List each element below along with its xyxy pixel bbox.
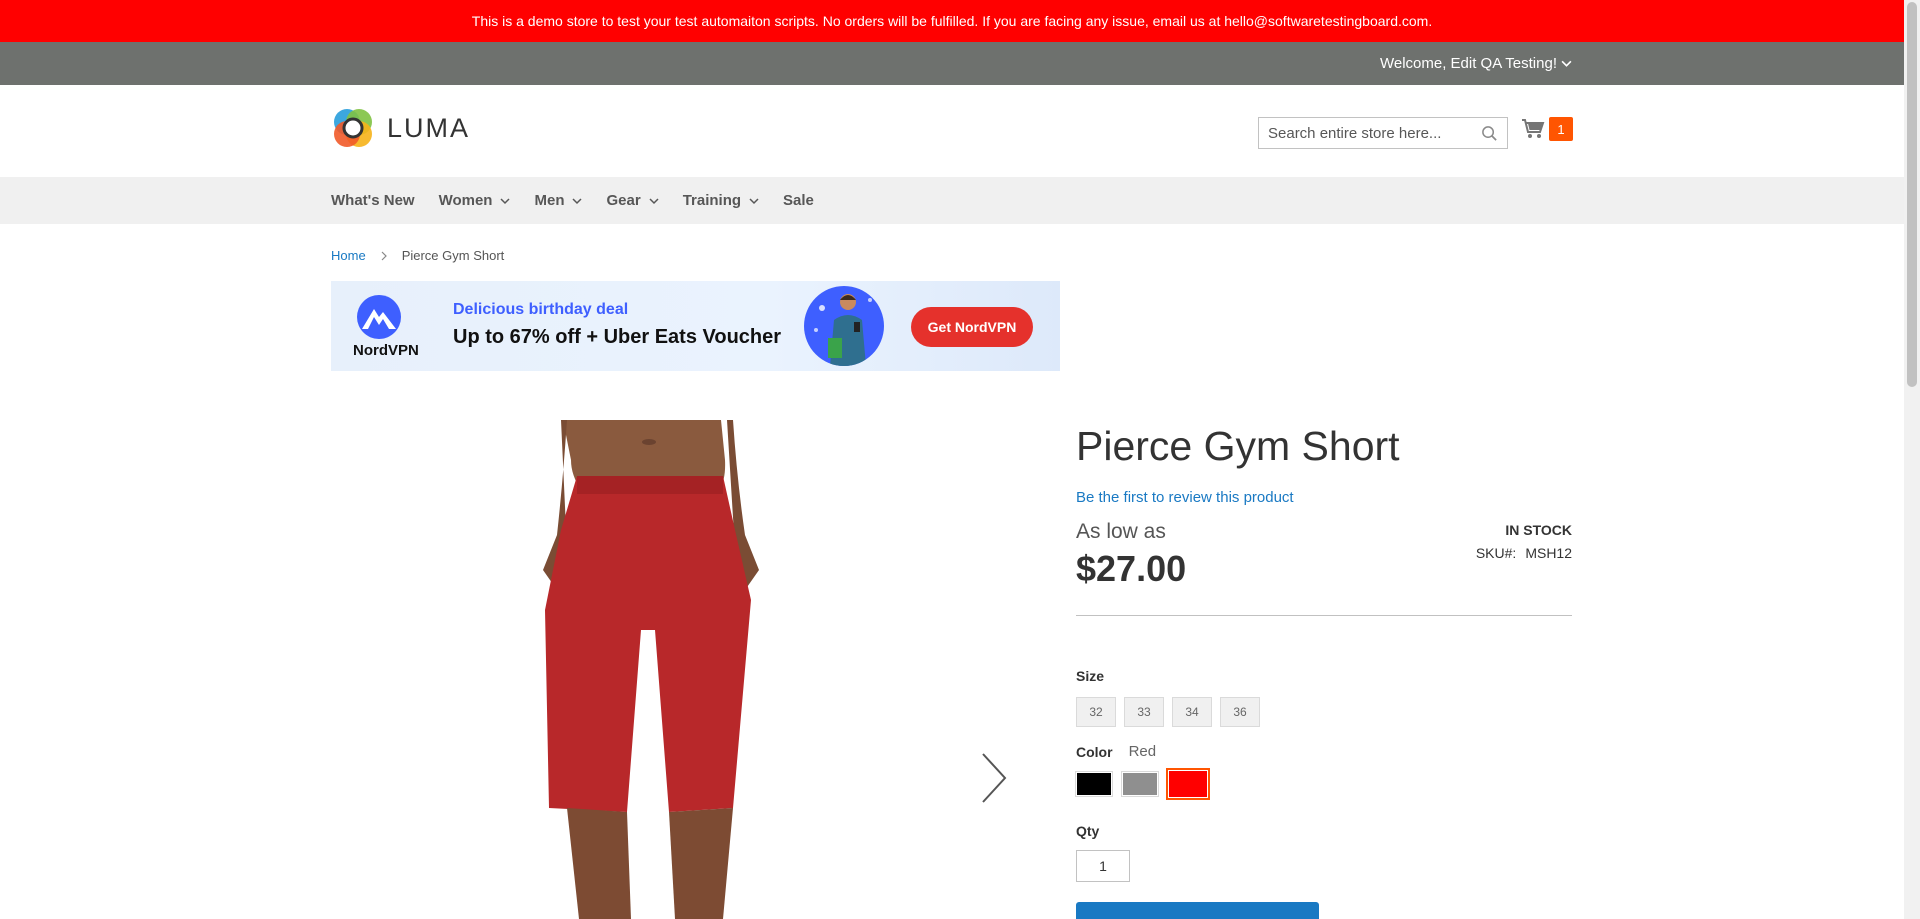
nordvpn-logo-icon [357, 295, 401, 339]
breadcrumb-home-link[interactable]: Home [331, 248, 366, 263]
cart-count-badge: 1 [1549, 117, 1573, 141]
sku-row: SKU#: MSH12 [1476, 545, 1572, 561]
nordvpn-brand-text: NordVPN [353, 342, 419, 359]
add-to-cart-button[interactable] [1076, 902, 1319, 919]
nav-item-label: Training [682, 192, 742, 209]
gallery-next-arrow-icon[interactable] [979, 752, 1009, 804]
chevron-down-icon [1561, 60, 1572, 67]
scrollbar-thumb[interactable] [1907, 2, 1917, 387]
search-icon[interactable] [1481, 125, 1498, 142]
sku-label: SKU#: [1475, 545, 1517, 561]
nav-item-gear[interactable]: Gear [606, 192, 659, 209]
color-swatch-black[interactable] [1075, 771, 1113, 797]
qty-label: Qty [1076, 823, 1100, 839]
nav-item-label: Women [438, 192, 493, 209]
ad-subline: Up to 67% off + Uber Eats Voucher [453, 326, 782, 348]
logo-link[interactable]: LUMA [331, 106, 470, 150]
size-option-32[interactable]: 32 [1076, 697, 1116, 727]
product-title: Pierce Gym Short [1076, 423, 1400, 469]
sku-value: MSH12 [1525, 545, 1572, 561]
cart-icon [1522, 119, 1545, 138]
nav-item-label: What's New [331, 192, 415, 209]
page-scrollbar[interactable] [1904, 0, 1920, 919]
nav-item-label: Men [534, 192, 565, 209]
breadcrumb: Home Pierce Gym Short [331, 248, 504, 263]
nav-item-men[interactable]: Men [534, 192, 583, 209]
nav-item-sale[interactable]: Sale [783, 192, 814, 209]
search-input[interactable] [1259, 124, 1469, 142]
get-nordvpn-button[interactable]: Get NordVPN [911, 307, 1033, 347]
breadcrumb-current: Pierce Gym Short [401, 248, 505, 263]
product-image [543, 420, 759, 919]
color-swatch-gray[interactable] [1121, 771, 1159, 797]
search-box [1258, 117, 1508, 149]
nav-item-training[interactable]: Training [683, 192, 759, 209]
size-options: 32 33 34 36 [1076, 697, 1260, 727]
chevron-down-icon [500, 197, 511, 204]
color-label-row: Color Red [1076, 743, 1156, 760]
chevron-down-icon [749, 197, 759, 204]
ad-person-image [804, 286, 884, 366]
customer-welcome-menu[interactable]: Welcome, Edit QA Testing! [1380, 42, 1572, 85]
size-option-36[interactable]: 36 [1220, 697, 1260, 727]
stock-status: IN STOCK [1505, 522, 1572, 538]
price-block: As low as $27.00 IN STOCK SKU#: MSH12 [1076, 520, 1572, 616]
ad-headline: Delicious birthday deal [453, 301, 629, 318]
nav-item-label: Gear [606, 192, 641, 209]
chevron-down-icon [572, 197, 583, 204]
top-panel: Welcome, Edit QA Testing! [0, 42, 1904, 85]
product-info-main: Pierce Gym Short Be the first to review … [1075, 420, 1572, 919]
qty-input[interactable] [1076, 850, 1130, 882]
minicart[interactable]: 1 [1521, 117, 1573, 141]
chevron-down-icon [649, 197, 659, 204]
welcome-text: Welcome, Edit QA Testing! [1379, 55, 1557, 72]
chevron-right-icon [381, 251, 387, 260]
nav-item-label: Sale [783, 192, 814, 209]
luma-logo-icon [334, 109, 372, 147]
person-illustration [814, 294, 872, 366]
nordvpn-ad-banner[interactable]: NordVPN Delicious birthday deal Up to 67… [331, 281, 1060, 371]
size-option-33[interactable]: 33 [1124, 697, 1164, 727]
size-label: Size [1076, 668, 1105, 684]
as-low-as-label: As low as [1076, 520, 1166, 543]
nav-item-women[interactable]: Women [439, 192, 511, 209]
color-label: Color [1076, 743, 1113, 760]
product-gallery [331, 420, 1031, 919]
color-swatches [1075, 768, 1210, 800]
logo-text: LUMA [387, 112, 471, 143]
color-swatch-red[interactable] [1166, 768, 1210, 800]
add-review-link[interactable]: Be the first to review this product [1076, 489, 1572, 506]
nav-item-whats-new[interactable]: What's New [331, 192, 415, 209]
demo-notice-text: This is a demo store to test your test a… [471, 13, 1433, 29]
demo-notice-bar: This is a demo store to test your test a… [0, 0, 1904, 42]
main-navigation: What's New Women Men Gear Training Sale [0, 177, 1904, 224]
selected-color: Red [1128, 743, 1157, 760]
header: LUMA 1 [0, 85, 1904, 177]
size-option-34[interactable]: 34 [1172, 697, 1212, 727]
